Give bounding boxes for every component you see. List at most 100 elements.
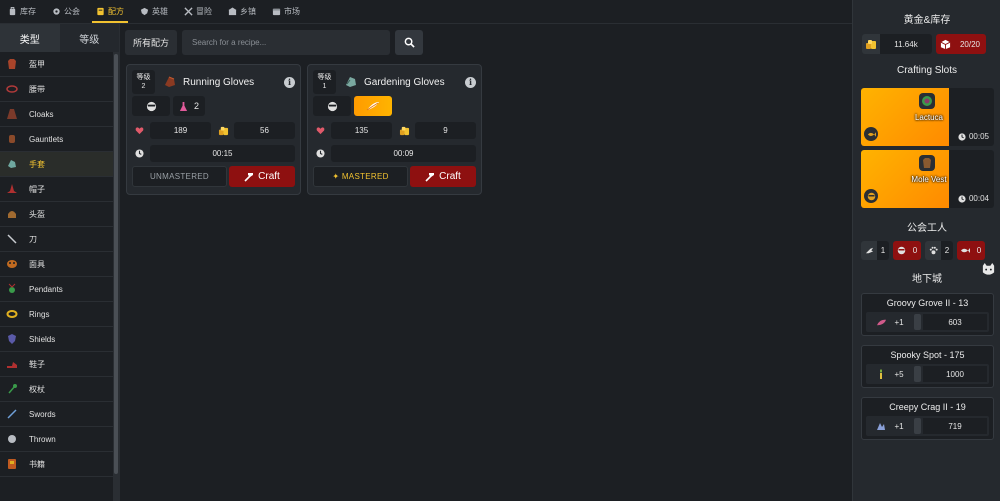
sidebar-item-knives[interactable]: 刀 [0, 227, 113, 252]
tab-adventure[interactable]: 冒险 [176, 0, 220, 23]
worker-requirement[interactable] [132, 96, 170, 116]
sidebar-item-label: 权杖 [29, 384, 45, 394]
sidebar-item-cloaks[interactable]: Cloaks [0, 102, 113, 127]
tab-heroes[interactable]: 英雄 [132, 0, 176, 23]
dungeon-progress-row: +5 1000 [866, 364, 989, 384]
dungeon-bonus: +1 [894, 421, 904, 431]
store-icon [272, 8, 281, 16]
dungeon-bonus: +5 [894, 369, 904, 379]
all-recipes-button[interactable]: 所有配方 [125, 30, 178, 55]
sidebar-item-gloves[interactable]: 手套 [0, 152, 113, 177]
sidebar-item-rings[interactable]: Rings [0, 302, 113, 327]
dungeon-name: Creepy Crag II - 19 [889, 402, 966, 412]
requirements-row [313, 96, 392, 116]
tab-inventory[interactable]: 库存 [0, 0, 44, 23]
slot-item-name: Lactuca [914, 113, 944, 122]
dungeon-bar [914, 366, 921, 382]
sidebar-tabs: 类型 等级 [0, 24, 119, 52]
hammer-icon [425, 172, 435, 182]
worker-face-icon [864, 189, 878, 203]
level-badge: 等级 2 [132, 70, 155, 94]
sidebar-item-label: Rings [29, 309, 50, 319]
level-badge: 等级 1 [313, 70, 336, 94]
sidebar-item-pendants[interactable]: Pendants [0, 277, 113, 302]
sidebar-item-helmets[interactable]: 头盔 [0, 202, 113, 227]
sidebar-item-label: Cloaks [29, 109, 54, 119]
crossed-swords-icon [184, 7, 193, 16]
worker-counter[interactable]: 2 [925, 241, 953, 260]
slot-timer: 00:05 [958, 132, 989, 141]
recipes-main: 所有配方 等级 2 Running Gloves i 2 [120, 24, 852, 501]
crafting-slot[interactable]: Mole Vest 00:04 [861, 150, 994, 208]
sidebar-item-label: 鞋子 [29, 359, 45, 369]
component-requirement[interactable] [354, 96, 392, 116]
dungeon-card[interactable]: Spooky Spot - 175 +5 1000 [861, 345, 994, 388]
inventory-amount: 20/20 [954, 34, 986, 54]
fish-icon [957, 241, 973, 260]
tab-level[interactable]: 等级 [59, 24, 119, 52]
gold-inventory-title: 黄金&库存 [903, 15, 951, 26]
component-count: 2 [194, 101, 200, 111]
clock-icon [958, 132, 966, 141]
tome-icon [5, 457, 19, 471]
recipe-card: 等级 2 Running Gloves i 2 189 56 00:15 UNM… [126, 64, 301, 195]
gold-coins-icon [862, 34, 880, 54]
sidebar-item-thrown[interactable]: Thrown [0, 427, 113, 452]
tab-guild[interactable]: 公会 [44, 0, 88, 23]
tab-label: 英雄 [152, 7, 168, 16]
craft-button[interactable]: Craft [410, 166, 476, 187]
sidebar-item-scepters[interactable]: 权杖 [0, 377, 113, 402]
tab-town[interactable]: 乡镇 [220, 0, 264, 23]
backpack-icon [9, 7, 16, 16]
sidebar-item-label: 刀 [29, 234, 37, 244]
sidebar-item-gauntlets[interactable]: Gauntlets [0, 127, 113, 152]
craft-button[interactable]: Craft [229, 166, 295, 187]
search-button[interactable] [395, 30, 424, 55]
dungeon-card[interactable]: Creepy Crag II - 19 +1 719 [861, 397, 994, 440]
lactuca-icon [919, 93, 935, 109]
recipe-card: 等级 1 Gardening Gloves i 135 9 00:09 ✦ MA… [307, 64, 482, 195]
recipe-toolbar: 所有配方 [125, 30, 424, 55]
potion-icon [179, 101, 188, 111]
level-label: 等级 [136, 74, 151, 81]
component-requirement[interactable]: 2 [173, 96, 206, 116]
worker-counter[interactable]: 0 [893, 241, 921, 260]
scrollbar-thumb[interactable] [114, 54, 118, 474]
tab-label: 配方 [108, 7, 124, 16]
craft-label: Craft [258, 171, 280, 182]
sidebar-item-belts[interactable]: 腰带 [0, 77, 113, 102]
worker-counter[interactable]: 0 [957, 241, 985, 260]
dungeon-title: 地下城 [912, 274, 942, 285]
slot-timer: 00:04 [958, 194, 989, 203]
sidebar-item-tomes[interactable]: 书籍 [0, 452, 113, 477]
sidebar-scrollbar[interactable] [113, 52, 119, 501]
dungeon-name: Spooky Spot - 175 [890, 350, 965, 360]
inventory-counter: 20/20 [936, 34, 986, 54]
info-icon[interactable]: i [465, 76, 476, 88]
sidebar-item-shields[interactable]: Shields [0, 327, 113, 352]
clock-icon [958, 194, 966, 203]
tab-type[interactable]: 类型 [0, 24, 60, 52]
worker-counter[interactable]: 1 [861, 241, 889, 260]
sidebar-item-masks[interactable]: 面具 [0, 252, 113, 277]
sidebar-item-label: 盔甲 [29, 59, 45, 69]
search-input[interactable] [182, 30, 391, 55]
paw-icon [925, 241, 941, 260]
tab-label: 库存 [20, 7, 36, 16]
leaf-icon [874, 318, 888, 327]
slot-item-name: Mole Vest [911, 175, 947, 184]
sidebar-item-label: Pendants [29, 284, 63, 294]
sidebar-item-shoes[interactable]: 鞋子 [0, 352, 113, 377]
sidebar-item-armor[interactable]: 盔甲 [0, 52, 113, 77]
helmet-icon [5, 207, 19, 221]
sidebar-item-hats[interactable]: 帽子 [0, 177, 113, 202]
worker-requirement[interactable] [313, 96, 351, 116]
tab-recipes[interactable]: 配方 [88, 0, 132, 23]
health-value: 189 [150, 122, 211, 139]
dungeon-card[interactable]: Groovy Grove II - 13 +1 603 [861, 293, 994, 336]
info-icon[interactable]: i [284, 76, 295, 88]
tab-market[interactable]: 市场 [264, 0, 308, 23]
heart-icon [132, 126, 146, 135]
crafting-slot[interactable]: Lactuca 00:05 [861, 88, 994, 146]
sidebar-item-swords[interactable]: Swords [0, 402, 113, 427]
